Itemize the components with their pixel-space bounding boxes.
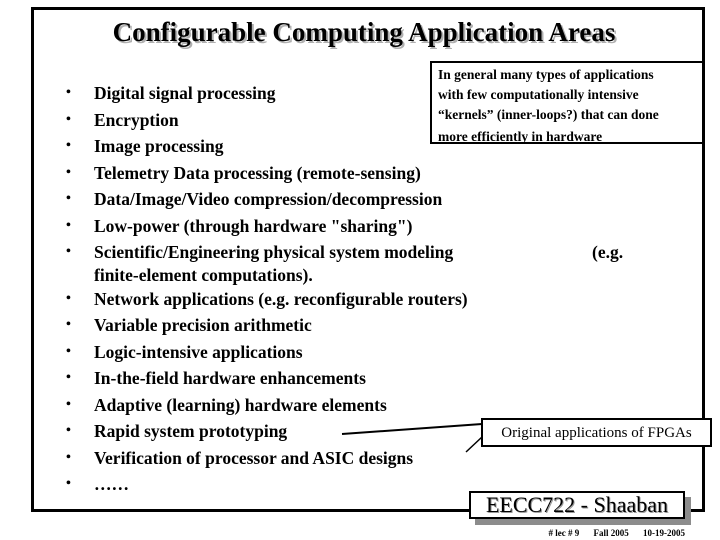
bullet-item: • Adaptive (learning) hardware elements [62,392,662,419]
term: Fall 2005 [593,528,629,538]
callout-line: In general many types of applications [438,67,654,82]
bullet-icon: • [66,164,71,180]
general-applications-callout: In general many types of applications wi… [430,61,704,144]
bullet-text: Verification of processor and ASIC desig… [94,447,414,468]
callout-line: with few computationally intensive [438,87,639,102]
bullet-icon: • [66,138,71,153]
bullet-text: Digital signal processing [94,83,276,103]
bullet-item: • Telemetry Data processing (remote-sensi… [62,160,662,187]
bullet-text: In-the-field hardware enhancements [94,368,366,388]
bullet-icon: • [66,85,71,100]
bullet-text: Telemetry Data processing (remote-sensin… [94,162,421,183]
bullet-item: • Logic-intensive applications [62,339,662,366]
bullet-icon: • [66,476,71,491]
slide-title: Configurable Computing Application Areas [112,17,616,47]
bullet-item: • Scientific/Engineering physical system … [62,239,662,286]
bullet-icon: • [66,343,71,359]
bullet-item: • Verification of processor and ASIC desi… [62,445,662,472]
bullet-icon: • [66,217,71,233]
bullet-text: Adaptive (learning) hardware elements [94,394,387,415]
bullet-item: • Network applications (e.g. reconfigurab… [62,286,662,313]
bullet-text: Data/Image/Video compression/decompressi… [94,189,443,209]
bullet-text: Logic-intensive applications [94,341,303,362]
callout-line: more efficiently in hardware [438,129,603,144]
bullet-icon: • [66,244,71,259]
bullet-icon: • [66,111,71,127]
bullet-text: Image processing [94,136,224,156]
bullet-text: Network applications (e.g. reconfigurabl… [94,288,468,309]
bullet-item: • Data/Image/Video compression/decompress… [62,186,662,213]
bullet-text: Variable precision arithmetic [94,315,312,335]
bullet-continuation: finite-element computations). [94,264,313,285]
bullet-text: Encryption [94,109,179,130]
bullet-text: Low-power (through hardware "sharing") [94,215,413,236]
bullet-icon: • [66,317,71,332]
bullet-icon: • [66,396,71,412]
bullet-icon: • [66,370,71,385]
bullet-icon: • [66,449,71,465]
bullet-icon: • [66,290,71,306]
bullet-item: • Variable precision arithmetic [62,312,662,339]
course-badge: EECC722 - Shaaban [469,491,685,519]
bullet-icon: • [66,191,71,206]
bullet-text: Rapid system prototyping [94,421,288,441]
bullet-item: • In-the-field hardware enhancements [62,365,662,392]
bullet-text: Scientific/Engineering physical system m… [94,242,454,262]
date: 10-19-2005 [643,528,685,538]
lecture-number: # lec # 9 [548,528,580,538]
footer-info: # lec # 9 Fall 2005 10-19-2005 [537,528,686,538]
callout-line: “kernels” (inner-loops?) that can done [438,107,659,122]
bullet-item: • Low-power (through hardware "sharing") [62,213,662,240]
bullet-text-right: (e.g. [592,242,624,262]
fpga-callout: Original applications of FPGAs [481,418,712,447]
bullet-icon: • [66,423,71,438]
bullet-text: …… [94,474,129,494]
